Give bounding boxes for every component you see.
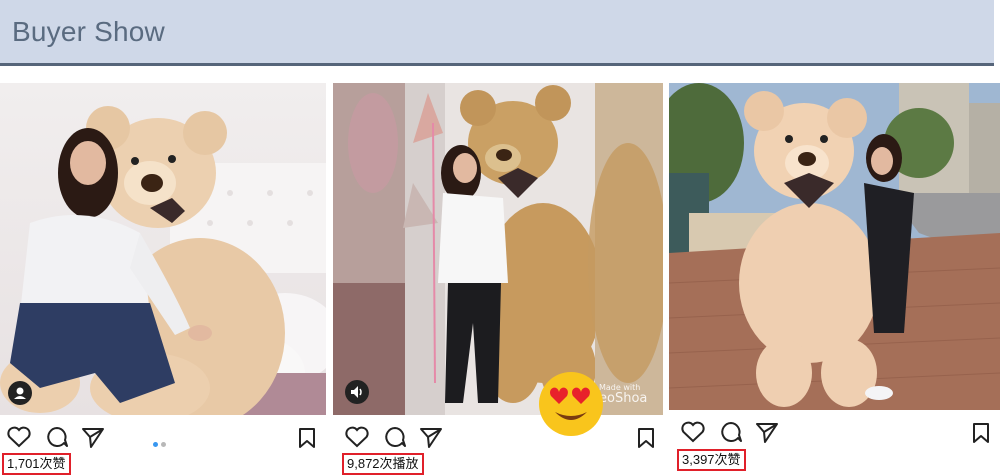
heart-icon[interactable] (6, 425, 32, 449)
speaker-icon[interactable] (345, 380, 369, 404)
like-count: 1,701次赞 (2, 453, 71, 475)
heart-icon[interactable] (680, 420, 706, 444)
post-photo[interactable] (669, 83, 1000, 410)
bookmark-icon[interactable] (970, 421, 992, 445)
bookmark-icon[interactable] (635, 426, 657, 450)
comment-icon[interactable] (44, 425, 70, 449)
heart-eyes-emoji-icon (539, 372, 603, 436)
like-count: 3,397次赞 (677, 449, 746, 471)
post-photo[interactable] (0, 83, 326, 415)
bookmark-icon[interactable] (296, 426, 318, 450)
person-icon (8, 381, 32, 405)
comment-icon[interactable] (718, 420, 744, 444)
page-title: Buyer Show (12, 16, 165, 47)
carousel-dots (153, 434, 169, 452)
share-icon[interactable] (80, 425, 106, 449)
comment-icon[interactable] (382, 425, 408, 449)
view-count: 9,872次播放 (342, 453, 424, 475)
share-icon[interactable] (418, 425, 444, 449)
video-watermark: Made with eoShoa (599, 383, 648, 406)
post-video[interactable] (333, 83, 663, 415)
share-icon[interactable] (754, 420, 780, 444)
heart-icon[interactable] (344, 425, 370, 449)
header-bar: Buyer Show (0, 0, 994, 66)
